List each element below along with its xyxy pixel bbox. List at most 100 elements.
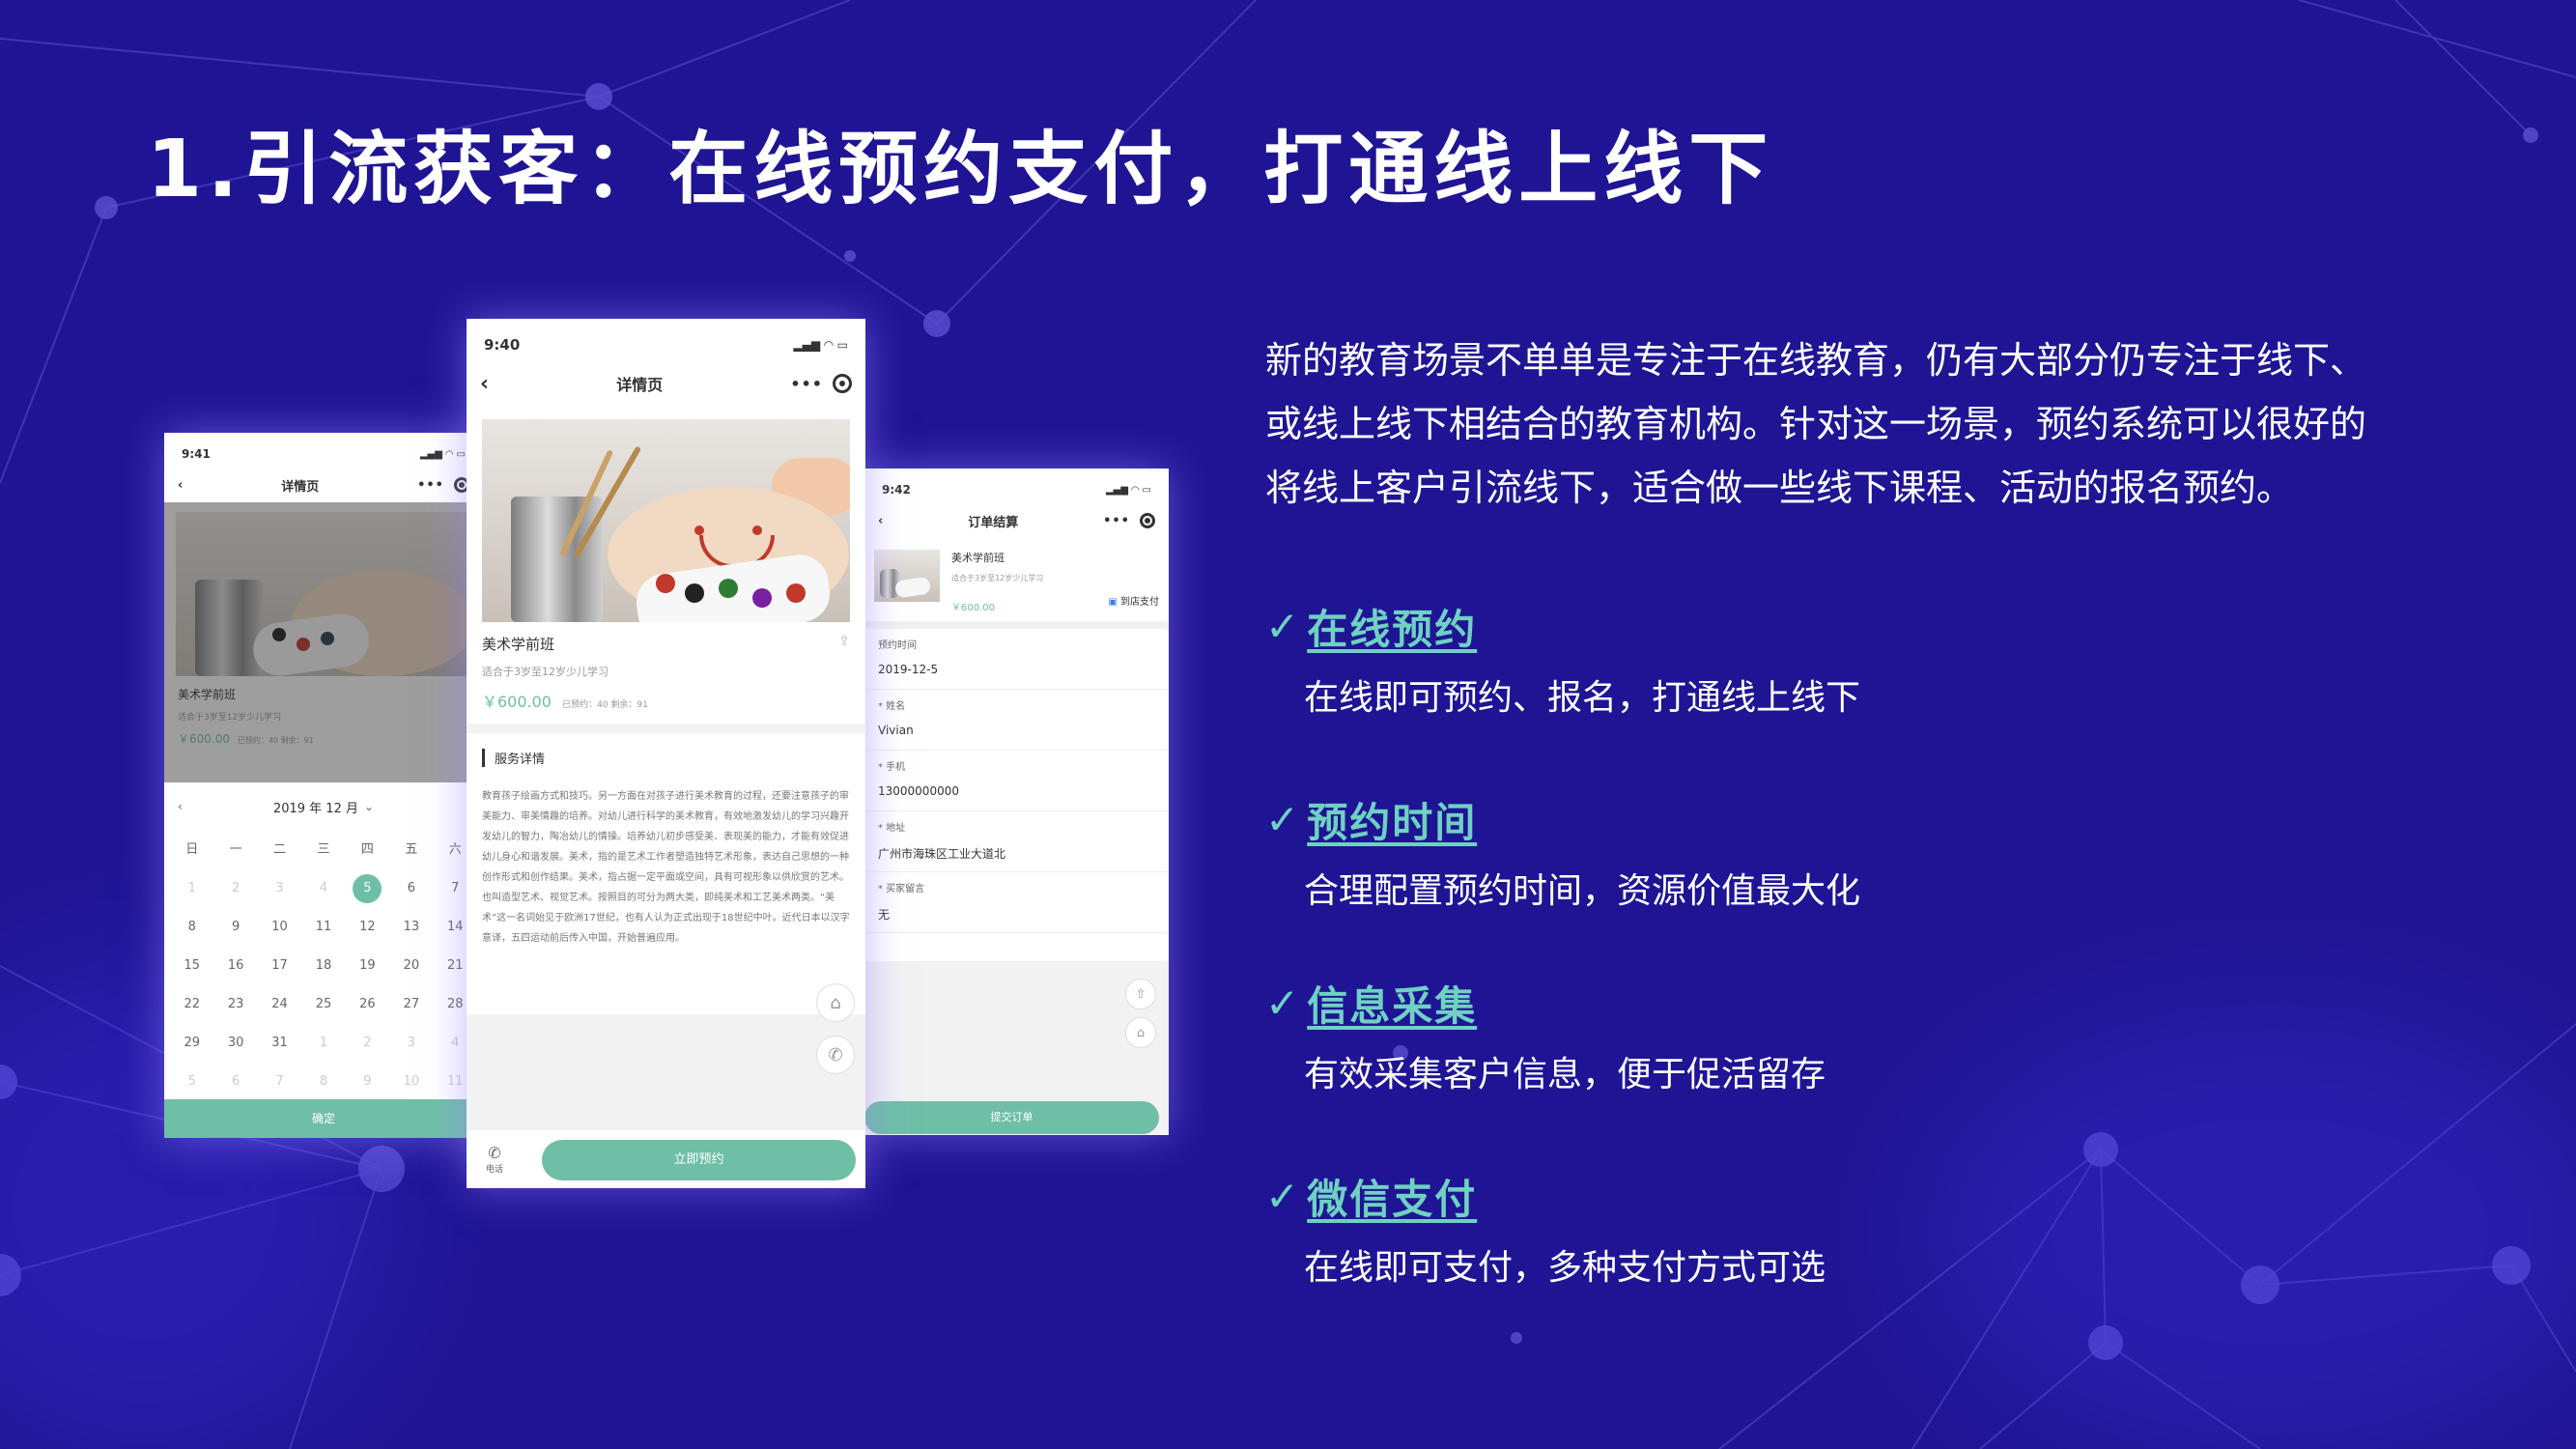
- share-icon[interactable]: ⇧: [1125, 979, 1156, 1009]
- confirm-button[interactable]: 确定: [164, 1099, 483, 1138]
- more-icon[interactable]: •••: [1103, 514, 1130, 528]
- close-ring-icon[interactable]: [1140, 513, 1155, 528]
- calendar-day[interactable]: 2: [346, 1024, 389, 1063]
- calendar-day[interactable]: 1: [301, 1024, 345, 1063]
- order-field-value[interactable]: 13000000000: [878, 784, 1155, 798]
- more-icon[interactable]: •••: [790, 375, 823, 393]
- status-bar: 9:42 ▂▄▆ ◠ ▭: [864, 476, 1169, 503]
- order-field-value[interactable]: 无: [878, 906, 1155, 923]
- feature-desc: 合理配置预约时间，资源价值最大化: [1304, 871, 1861, 911]
- feature-desc: 有效采集客户信息，便于促活留存: [1304, 1055, 1826, 1094]
- calendar-day[interactable]: 4: [301, 869, 345, 908]
- more-icon[interactable]: •••: [417, 478, 444, 493]
- check-icon: ✓: [1265, 602, 1300, 650]
- back-icon[interactable]: ‹: [178, 478, 183, 493]
- calendar-day[interactable]: 19: [346, 947, 389, 985]
- pay-method[interactable]: 到店支付: [1120, 597, 1159, 608]
- calendar-day[interactable]: 13: [389, 908, 433, 947]
- calendar-day[interactable]: 31: [258, 1024, 301, 1063]
- home-icon[interactable]: ⌂: [816, 983, 855, 1022]
- calendar-day[interactable]: 22: [170, 985, 213, 1024]
- nav-bar: ‹ 详情页 •••: [467, 361, 865, 406]
- calendar-day[interactable]: 5: [170, 1063, 213, 1101]
- calendar-day[interactable]: 20: [389, 947, 433, 985]
- calendar-day[interactable]: 9: [213, 908, 257, 947]
- calendar-day[interactable]: 6: [213, 1063, 257, 1101]
- share-icon[interactable]: ⇪: [838, 634, 850, 649]
- order-field[interactable]: * 姓名 Vivian: [864, 690, 1169, 751]
- feature-title[interactable]: 预约时间: [1307, 790, 1477, 849]
- calendar-day[interactable]: 8: [301, 1063, 345, 1101]
- nav-title: 详情页: [281, 479, 320, 495]
- phone-call-icon[interactable]: ✆: [816, 1036, 855, 1074]
- calendar-day[interactable]: 12: [346, 908, 389, 947]
- prev-month-icon[interactable]: ‹: [178, 800, 183, 813]
- calendar-day-selected[interactable]: 5: [353, 874, 382, 903]
- nav-title: 详情页: [616, 376, 664, 394]
- feature-booking-time: ✓ 预约时间 合理配置预约时间，资源价值最大化: [1265, 790, 1860, 913]
- nav-title: 订单结算: [968, 515, 1019, 530]
- calendar-day[interactable]: 1: [170, 869, 213, 908]
- feature-title[interactable]: 微信支付: [1307, 1167, 1477, 1226]
- back-icon[interactable]: ‹: [878, 514, 883, 528]
- calendar-day[interactable]: 23: [213, 985, 257, 1024]
- course-subtitle: 适合于3岁至12岁少儿学习: [482, 666, 609, 678]
- calendar-day[interactable]: 7: [258, 1063, 301, 1101]
- calendar-month[interactable]: 2019 年 12 月: [273, 798, 358, 816]
- calendar-day[interactable]: 5: [346, 869, 389, 908]
- section-title: 服务详情: [482, 749, 850, 767]
- order-field[interactable]: * 手机 13000000000: [864, 751, 1169, 811]
- calendar-day[interactable]: 6: [389, 869, 433, 908]
- calendar-day[interactable]: 24: [258, 985, 301, 1024]
- order-field-label: * 买家留言: [878, 884, 925, 895]
- feature-title[interactable]: 信息采集: [1307, 974, 1477, 1033]
- mini-program-capsule[interactable]: •••: [417, 477, 469, 493]
- course-price: ￥600.00: [482, 693, 552, 711]
- calendar-day[interactable]: 25: [301, 985, 345, 1024]
- chevron-down-icon[interactable]: ⌄: [364, 800, 374, 813]
- order-field[interactable]: * 地址 广州市海珠区工业大道北: [864, 811, 1169, 872]
- calendar-day[interactable]: 2: [213, 869, 257, 908]
- status-time: 9:40: [484, 336, 521, 354]
- calendar-day[interactable]: 26: [346, 985, 389, 1024]
- signal-icon: ▂▄▆ ◠ ▭: [419, 448, 466, 460]
- back-icon[interactable]: ‹: [480, 372, 489, 396]
- mini-program-capsule[interactable]: •••: [790, 374, 852, 393]
- calendar-day[interactable]: 17: [258, 947, 301, 985]
- calendar-day[interactable]: 15: [170, 947, 213, 985]
- feature-title[interactable]: 在线预约: [1307, 597, 1477, 656]
- calendar-day[interactable]: 10: [389, 1063, 433, 1101]
- calendar-weekday: 三: [317, 842, 330, 857]
- phone-tab[interactable]: ✆ 电话: [486, 1144, 503, 1175]
- section-title-text: 服务详情: [495, 753, 546, 767]
- calendar-day[interactable]: 16: [213, 947, 257, 985]
- order-course-subtitle: 适合于3岁至12岁少儿学习: [951, 574, 1044, 582]
- signal-icon: ▂▄▆ ◠ ▭: [793, 338, 848, 352]
- calendar-day[interactable]: 3: [258, 869, 301, 908]
- check-icon: ✓: [1265, 1172, 1300, 1220]
- order-field-value[interactable]: 2019-12-5: [878, 663, 1155, 676]
- service-detail: 教育孩子绘画方式和技巧。另一方面在对孩子进行美术教育的过程，还要注意孩子的审美能…: [482, 791, 850, 944]
- calendar-day[interactable]: 27: [389, 985, 433, 1024]
- calendar-day[interactable]: 18: [301, 947, 345, 985]
- close-ring-icon[interactable]: [833, 374, 852, 393]
- order-field[interactable]: * 买家留言无: [864, 872, 1169, 933]
- submit-order-button[interactable]: 提交订单: [864, 1101, 1159, 1134]
- order-field[interactable]: 预约时间 2019-12-5: [864, 629, 1169, 690]
- calendar-day[interactable]: 11: [301, 908, 345, 947]
- calendar-day[interactable]: 10: [258, 908, 301, 947]
- calendar-day[interactable]: 29: [170, 1024, 213, 1063]
- phone-icon: ✆: [488, 1144, 501, 1162]
- calendar-day[interactable]: 30: [213, 1024, 257, 1063]
- mini-program-capsule[interactable]: •••: [1103, 513, 1155, 528]
- book-now-button[interactable]: 立即预约: [542, 1140, 856, 1180]
- home-icon[interactable]: ⌂: [1125, 1017, 1156, 1048]
- order-field-value[interactable]: Vivian: [878, 724, 1155, 737]
- calendar-day[interactable]: 8: [170, 908, 213, 947]
- order-field-value[interactable]: 广州市海珠区工业大道北: [878, 845, 1155, 862]
- calendar-day[interactable]: 9: [346, 1063, 389, 1101]
- calendar-day[interactable]: 3: [389, 1024, 433, 1063]
- phone-detail: 9:40 ▂▄▆ ◠ ▭ ‹ 详情页 ••• 美术学前班 ⇪ 适合于3岁至12岁…: [467, 319, 865, 1188]
- status-time: 9:41: [182, 447, 211, 461]
- signal-icon: ▂▄▆ ◠ ▭: [1105, 484, 1151, 496]
